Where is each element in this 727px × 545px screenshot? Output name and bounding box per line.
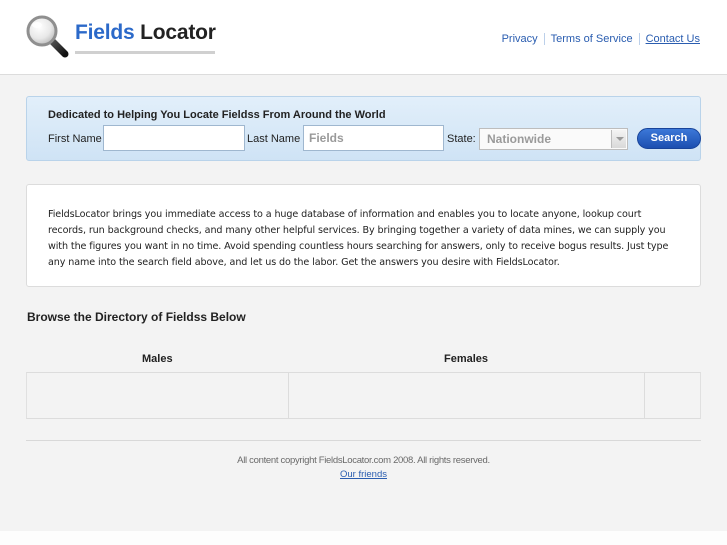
footer-divider bbox=[26, 440, 701, 441]
terms-link[interactable]: Terms of Service bbox=[543, 33, 639, 45]
directory-title: Browse the Directory of Fieldss Below bbox=[27, 310, 246, 324]
contact-link[interactable]: Contact Us bbox=[638, 33, 700, 45]
magnifier-icon bbox=[26, 15, 69, 58]
intro-text: FieldsLocator brings you immediate acces… bbox=[48, 209, 669, 268]
footer-copyright: All content copyright FieldsLocator.com … bbox=[237, 455, 490, 466]
column-divider bbox=[644, 373, 645, 418]
footer-links: Our friends bbox=[0, 469, 727, 480]
site-header: Fields Locator Privacy Terms of Service Co… bbox=[0, 0, 727, 75]
top-nav: Privacy Terms of Service Contact Us bbox=[502, 33, 700, 45]
males-column-header: Males bbox=[142, 353, 173, 365]
privacy-link[interactable]: Privacy bbox=[502, 33, 544, 45]
females-column-header: Females bbox=[444, 353, 489, 365]
directory-table bbox=[26, 372, 701, 419]
first-name-label: First Name bbox=[48, 133, 102, 145]
logo-rest: Locator bbox=[134, 21, 216, 44]
logo-accent: Fields bbox=[75, 21, 135, 44]
intro-box: FieldsLocator brings you immediate acces… bbox=[26, 184, 701, 287]
our-friends-link[interactable]: Our friends bbox=[340, 469, 387, 480]
state-label: State: bbox=[447, 133, 476, 145]
state-select[interactable]: Nationwide bbox=[479, 128, 628, 150]
logo-underline bbox=[75, 51, 215, 54]
first-name-input[interactable] bbox=[103, 125, 245, 151]
state-selected-value: Nationwide bbox=[487, 132, 552, 146]
search-button[interactable]: Search bbox=[637, 128, 701, 149]
search-heading: Dedicated to Helping You Locate Fieldss … bbox=[48, 109, 386, 121]
bottom-strip bbox=[0, 531, 727, 545]
site-logo[interactable]: Fields Locator bbox=[25, 14, 217, 58]
chevron-down-icon[interactable] bbox=[611, 130, 626, 148]
column-divider bbox=[288, 373, 289, 418]
last-name-input[interactable] bbox=[303, 125, 444, 151]
logo-text: Fields Locator bbox=[75, 21, 216, 45]
last-name-label: Last Name bbox=[247, 133, 301, 145]
search-panel: Dedicated to Helping You Locate Fieldss … bbox=[26, 96, 701, 161]
